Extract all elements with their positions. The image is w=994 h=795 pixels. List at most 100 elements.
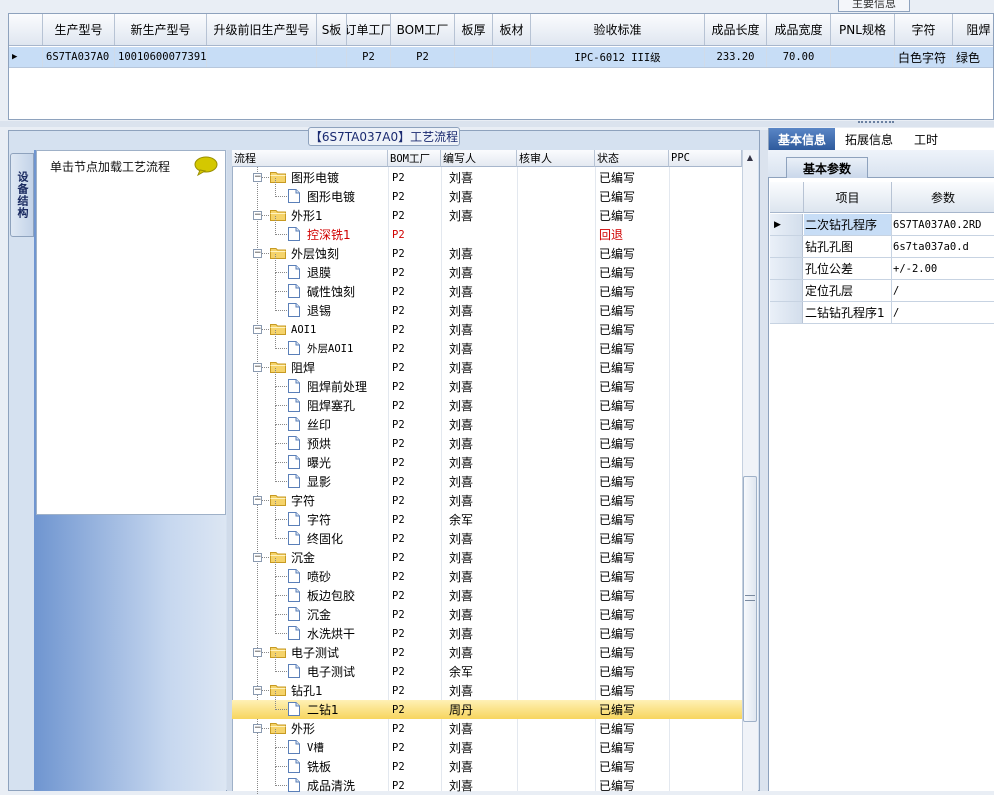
step-name: 终固化	[307, 532, 344, 546]
step-status: 已编写	[599, 418, 636, 432]
tree-col-4[interactable]: 状态	[595, 150, 669, 167]
collapse-toggle-icon[interactable]: −	[253, 363, 262, 372]
product-grid-row[interactable]: ▶ 6S7TA037A0 10010600077391 P2 P2 IPC-6012 II…	[9, 47, 993, 68]
tree-leaf-line	[275, 519, 287, 520]
tree-sub-line	[275, 291, 276, 311]
tree-col-3[interactable]: 核审人	[517, 150, 595, 167]
step-name: 外层AOI1	[307, 343, 354, 355]
cell-standard[interactable]: IPC-6012 III级	[531, 47, 705, 67]
tree-col-0[interactable]: 流程	[232, 150, 388, 167]
cell-mask[interactable]: 绿色	[953, 47, 993, 67]
param-value[interactable]: /	[893, 280, 994, 301]
splitter-grip[interactable]	[858, 121, 894, 125]
tree-col-1[interactable]: BOM工厂	[388, 150, 441, 167]
scroll-up-arrow-icon[interactable]: ▲	[742, 150, 758, 166]
param-value[interactable]: 6S7TA037A0.2RD	[893, 214, 994, 235]
collapse-toggle-icon[interactable]: −	[253, 496, 262, 505]
column-header-9[interactable]: 成品长度	[705, 14, 767, 45]
node-box[interactable]	[36, 150, 226, 515]
step-name: 图形电镀	[291, 171, 340, 185]
cell-order_factory[interactable]: P2	[347, 47, 391, 67]
tree-col-5[interactable]: PPC	[669, 150, 742, 167]
collapse-toggle-icon[interactable]: −	[253, 724, 262, 733]
step-status: 已编写	[599, 703, 636, 717]
speech-bubble-icon[interactable]	[194, 156, 218, 176]
step-status: 已编写	[599, 779, 636, 793]
cell-old_model[interactable]	[207, 47, 317, 67]
step-bom: P2	[392, 532, 405, 545]
column-header-13[interactable]: 阻焊	[953, 14, 993, 45]
step-writer: 刘喜	[449, 171, 474, 185]
param-row[interactable]: 定位孔层 /	[770, 280, 994, 302]
column-header-7[interactable]: 板材	[493, 14, 531, 45]
param-value[interactable]: /	[893, 302, 994, 323]
param-row[interactable]: ▶ 二次钻孔程序 6S7TA037A0.2RD	[770, 214, 994, 236]
collapse-toggle-icon[interactable]: −	[253, 686, 262, 695]
column-header-0[interactable]: 生产型号	[43, 14, 115, 45]
collapse-toggle-icon[interactable]: −	[253, 211, 262, 220]
column-header-1[interactable]: 新生产型号	[115, 14, 207, 45]
cell-new_prod_model[interactable]: 10010600077391	[115, 47, 207, 67]
equipment-structure-tab[interactable]: 设备结构	[10, 153, 34, 237]
main-info-tab[interactable]: 主要信息	[838, 0, 910, 12]
param-row[interactable]: 孔位公差 +/-2.00	[770, 258, 994, 280]
param-value[interactable]: 6s7ta037a0.d	[893, 236, 994, 257]
tab-extended-info[interactable]: 拓展信息	[838, 128, 900, 150]
column-header-6[interactable]: 板厚	[455, 14, 493, 45]
collapse-toggle-icon[interactable]: −	[253, 325, 262, 334]
folder-icon	[270, 362, 286, 373]
tree-sub-line	[275, 405, 276, 425]
right-splitter[interactable]	[760, 130, 768, 791]
step-bom: P2	[392, 209, 405, 222]
collapse-toggle-icon[interactable]: −	[253, 249, 262, 258]
step-status: 已编写	[599, 361, 636, 375]
cell-bom_factory[interactable]: P2	[391, 47, 455, 67]
tree-leaf-line	[275, 424, 287, 425]
step-status: 已编写	[599, 190, 636, 204]
column-header-8[interactable]: 验收标准	[531, 14, 705, 45]
tab-basic-info[interactable]: 基本信息	[769, 128, 835, 150]
cell-thickness[interactable]	[455, 47, 493, 67]
param-value[interactable]: +/-2.00	[893, 258, 994, 279]
step-writer: 刘喜	[449, 494, 474, 508]
tree-sub-line	[275, 272, 276, 292]
cell-width[interactable]: 70.00	[767, 47, 831, 67]
column-header-12[interactable]: 字符	[895, 14, 953, 45]
tree-sub-line	[275, 367, 276, 387]
column-header-5[interactable]: BOM工厂	[391, 14, 455, 45]
step-status: 已编写	[599, 342, 636, 356]
collapse-toggle-icon[interactable]: −	[253, 173, 262, 182]
cell-material[interactable]	[493, 47, 531, 67]
tree-col-2[interactable]: 编写人	[441, 150, 517, 167]
step-writer: 刘喜	[449, 437, 474, 451]
step-bom: P2	[392, 190, 405, 203]
column-header-11[interactable]: PNL规格	[831, 14, 895, 45]
tree-leaf-line	[275, 310, 287, 311]
document-icon	[288, 569, 300, 583]
cell-prod_model[interactable]: 6S7TA037A0	[43, 47, 115, 67]
step-status: 已编写	[599, 722, 636, 736]
tab-work-hours[interactable]: 工时	[904, 128, 948, 150]
column-header-4[interactable]: 订单工厂	[347, 14, 391, 45]
step-bom: P2	[392, 399, 405, 412]
tree-sub-line	[275, 614, 276, 634]
cell-length[interactable]: 233.20	[705, 47, 767, 67]
step-status: 回退	[599, 228, 624, 242]
tab-basic-params[interactable]: 基本参数	[786, 157, 868, 178]
column-header-10[interactable]: 成品宽度	[767, 14, 831, 45]
document-icon	[288, 265, 300, 279]
param-row[interactable]: 二钻钻孔程序1/	[770, 302, 994, 324]
horizontal-splitter[interactable]	[0, 121, 994, 127]
cell-pnl[interactable]	[831, 47, 895, 67]
column-header-3[interactable]: S板	[317, 14, 347, 45]
step-name: AOI1	[291, 323, 317, 336]
param-row[interactable]: 钻孔孔图 6s7ta037a0.d	[770, 236, 994, 258]
column-header-2[interactable]: 升级前旧生产型号	[207, 14, 317, 45]
step-status: 已编写	[599, 532, 636, 546]
step-writer: 刘喜	[449, 456, 474, 470]
collapse-toggle-icon[interactable]: −	[253, 648, 262, 657]
step-bom: P2	[392, 304, 405, 317]
cell-s_board[interactable]	[317, 47, 347, 67]
collapse-toggle-icon[interactable]: −	[253, 553, 262, 562]
cell-char[interactable]: 白色字符	[895, 47, 953, 67]
